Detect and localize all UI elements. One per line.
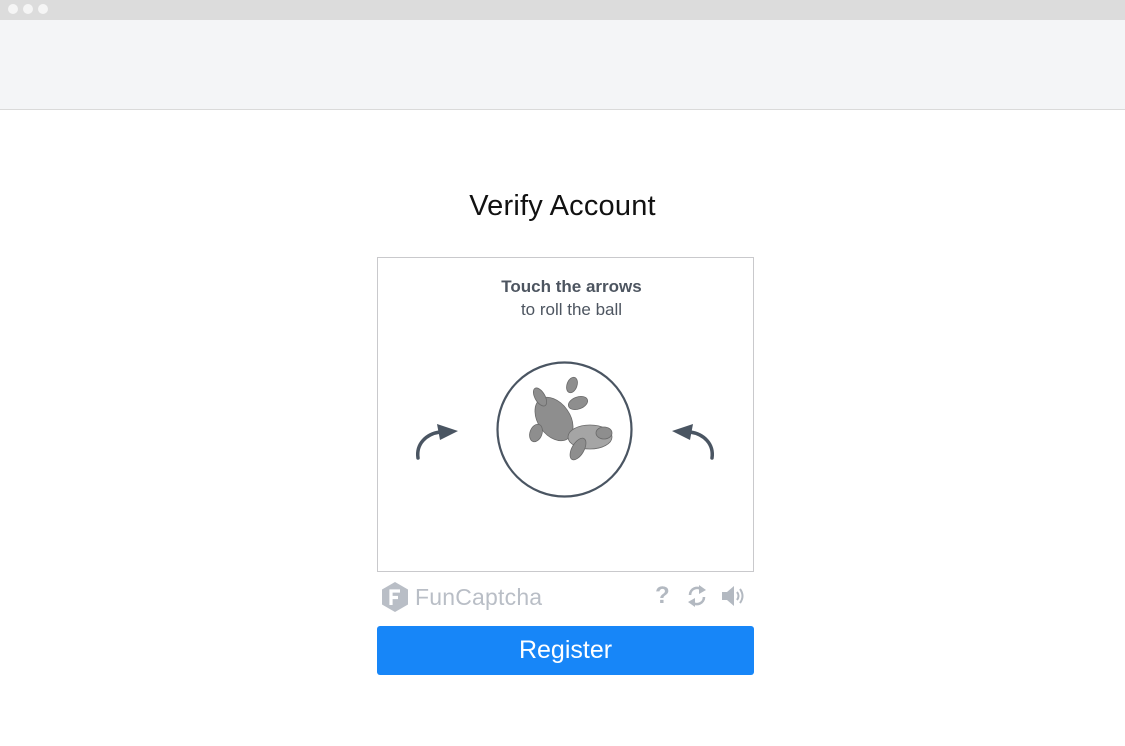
funcaptcha-logo: FunCaptcha [381,580,542,614]
register-button[interactable]: Register [377,626,754,675]
funcaptcha-brand-text: FunCaptcha [415,583,543,610]
instruction-subtitle: to roll the ball [520,300,623,319]
window-titlebar [0,0,1125,20]
funcaptcha-logo-icon [382,582,408,612]
rolling-ball [496,361,633,498]
page-title: Verify Account [469,190,656,222]
speaker-icon [722,586,744,606]
captcha-footer: FunCaptcha ? [377,578,754,616]
window-zoom-dot[interactable] [38,4,48,14]
rotate-left-button[interactable] [412,420,462,460]
rotate-right-button[interactable] [668,420,718,460]
rotate-right-icon [672,424,714,460]
refresh-button[interactable] [686,584,708,613]
help-icon[interactable]: ? [655,583,670,609]
rotate-left-icon [416,424,458,460]
browser-toolbar [0,20,1125,110]
captcha-challenge-box: Touch the arrows to roll the ball [377,257,754,572]
refresh-icon [688,585,706,607]
window-minimize-dot[interactable] [23,4,33,14]
audio-button[interactable] [720,584,748,613]
instruction-title: Touch the arrows [501,277,642,296]
window-close-dot[interactable] [8,4,18,14]
